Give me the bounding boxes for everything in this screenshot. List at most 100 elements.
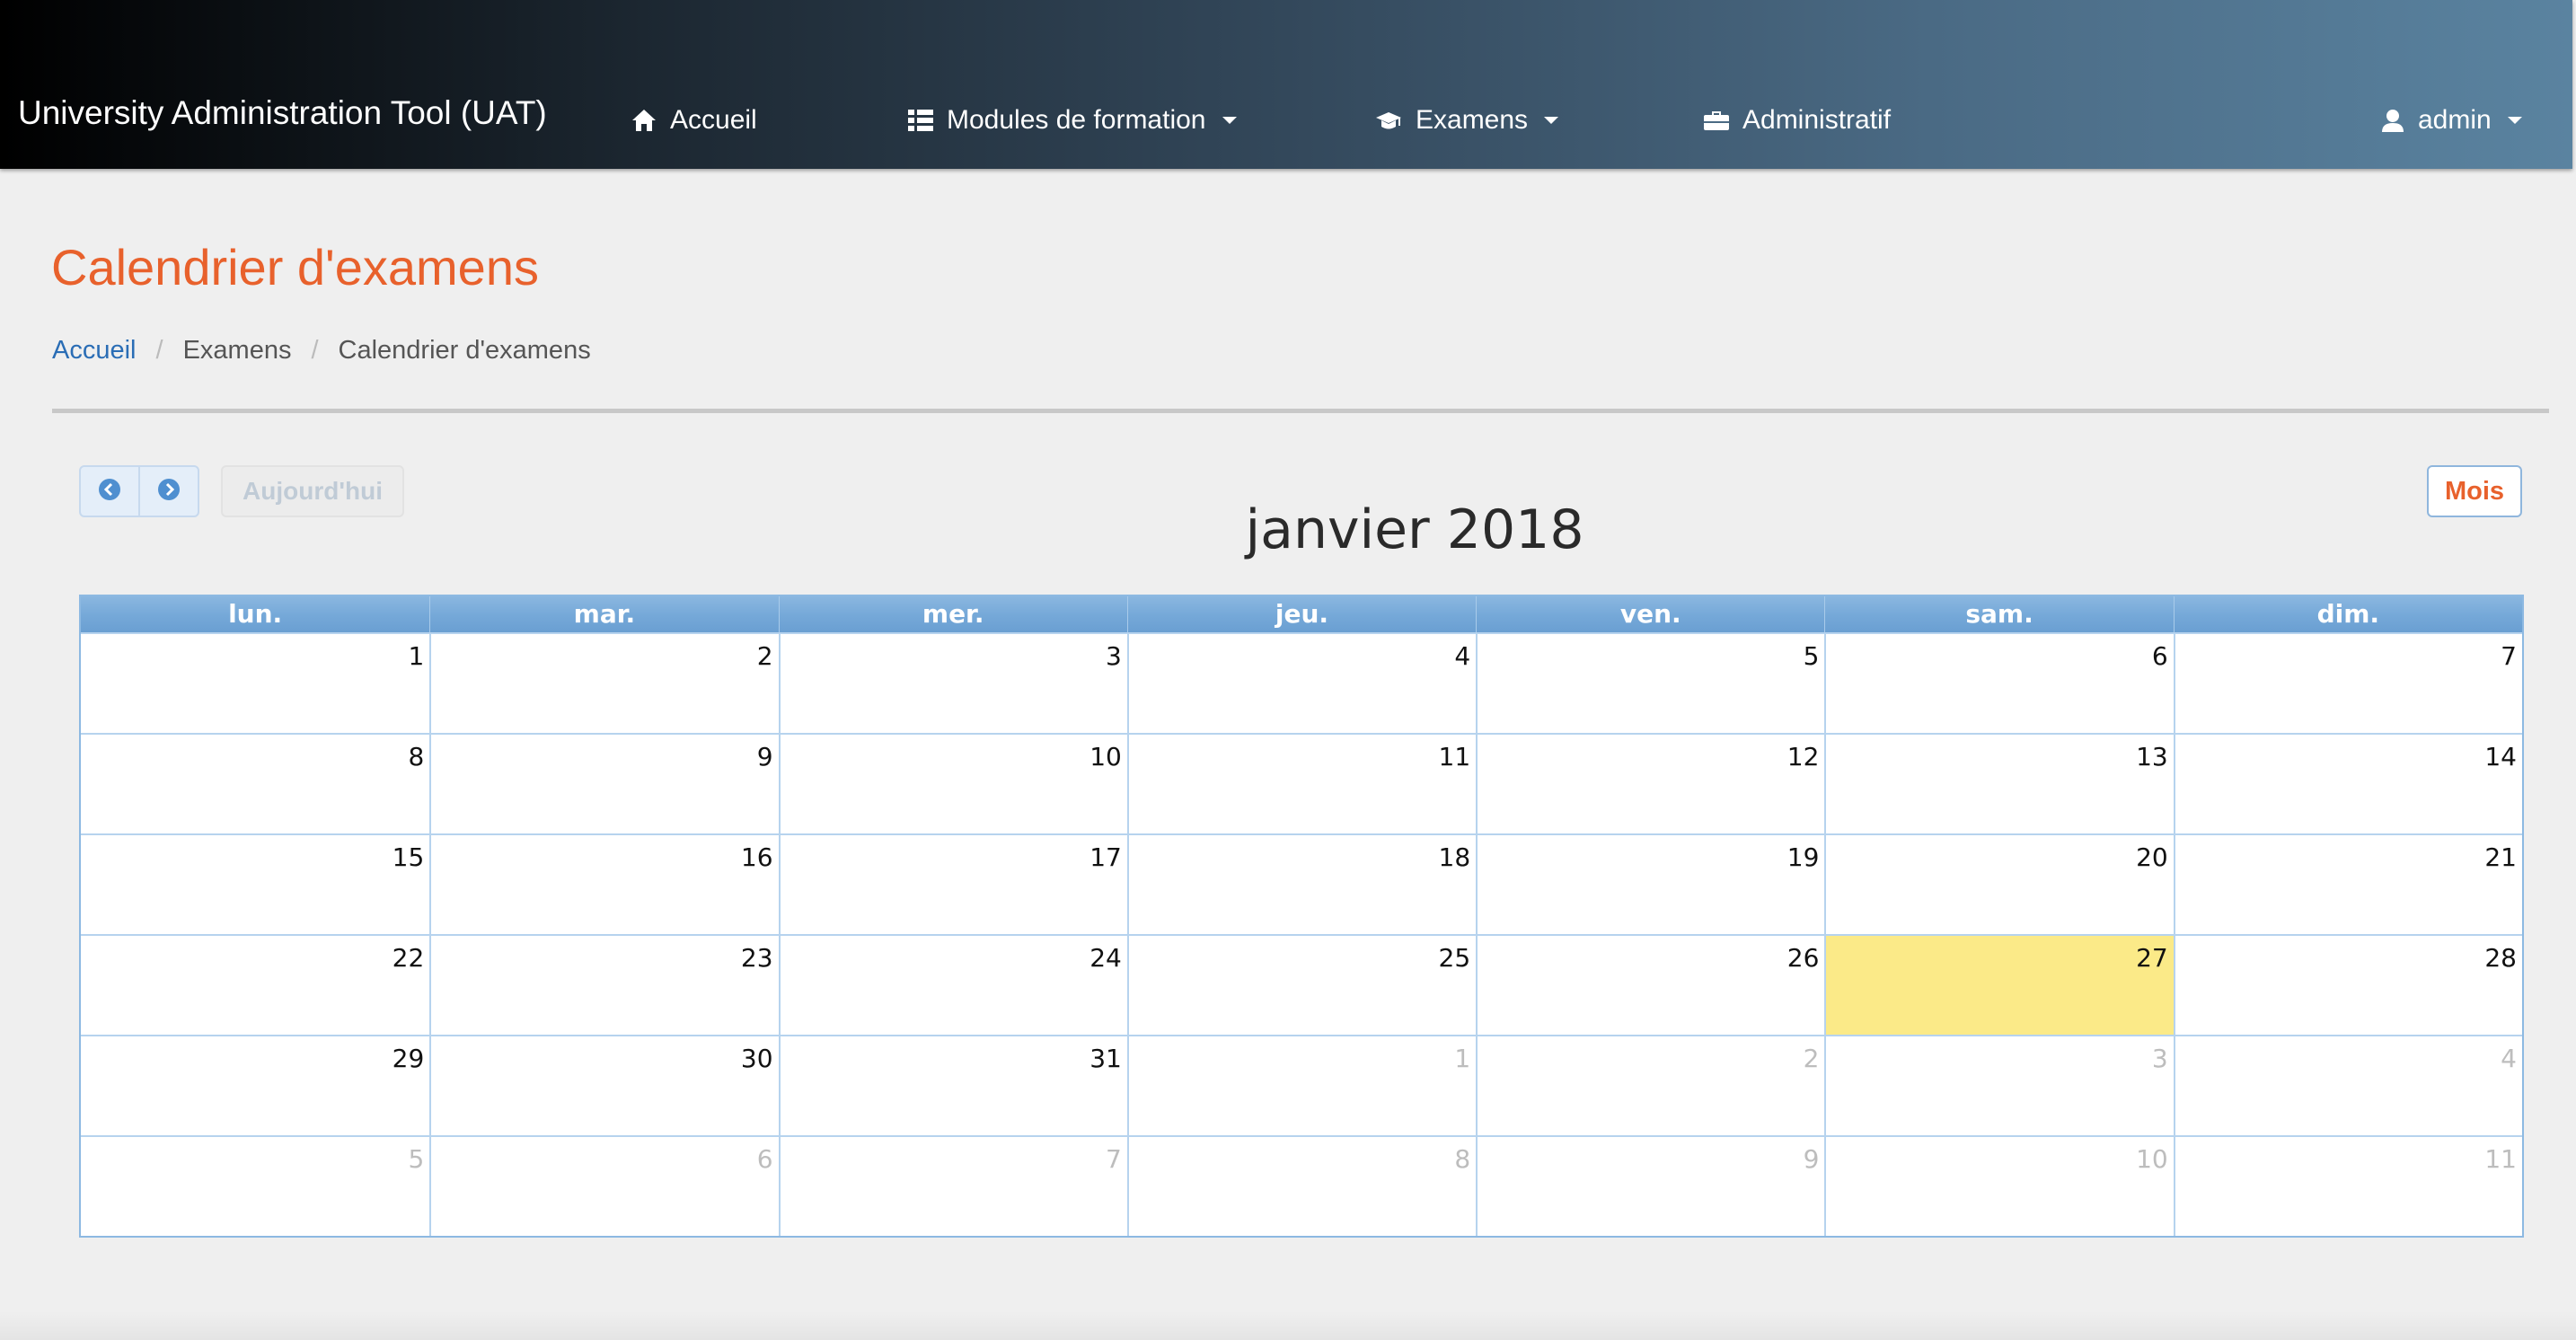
calendar-day-cell[interactable]: 12 (1476, 733, 1825, 833)
briefcase-icon (1703, 108, 1730, 133)
nav-item-examens[interactable]: Examens (1374, 101, 1559, 140)
weekday-label: jeu. (1126, 596, 1476, 632)
app-brand[interactable]: University Administration Tool (UAT) (18, 93, 547, 133)
day-number: 19 (1786, 842, 1820, 872)
chevron-down-icon (2507, 117, 2522, 124)
weekday-label: lun. (228, 599, 283, 629)
calendar-day-cell[interactable]: 22 (81, 934, 430, 1035)
calendar-day-cell[interactable]: 14 (2173, 733, 2522, 833)
calendar-day-cell[interactable]: 10 (1824, 1135, 2174, 1236)
day-number: 8 (1454, 1144, 1471, 1174)
calendar-day-cell[interactable]: 3 (1824, 1035, 2174, 1135)
calendar-day-cell[interactable]: 6 (429, 1135, 779, 1236)
calendar-day-cell[interactable]: 11 (2173, 1135, 2522, 1236)
calendar-day-cell[interactable]: 1 (1126, 1035, 1477, 1135)
day-number: 17 (1090, 842, 1122, 872)
calendar-day-cell[interactable]: 9 (1476, 1135, 1825, 1236)
calendar-day-cell[interactable]: 23 (429, 934, 779, 1035)
calendar-day-cell[interactable]: 5 (1476, 632, 1825, 733)
day-number: 27 (2136, 943, 2168, 973)
calendar-day-cell[interactable]: 2 (1476, 1035, 1825, 1135)
calendar-day-cell[interactable]: 7 (2173, 632, 2522, 733)
day-number: 9 (1803, 1144, 1820, 1174)
calendar-day-cell[interactable]: 26 (1476, 934, 1825, 1035)
nav-item-label: Accueil (670, 105, 757, 135)
calendar-day-cell[interactable]: 30 (429, 1035, 779, 1135)
header-divider (52, 409, 2549, 413)
calendar-day-cell[interactable]: 20 (1824, 833, 2174, 934)
weekday-label: mar. (429, 596, 778, 632)
calendar-day-cell[interactable]: 2 (429, 632, 779, 733)
calendar-day-cell[interactable]: 28 (2173, 934, 2522, 1035)
calendar-day-cell[interactable]: 7 (778, 1135, 1127, 1236)
nav-item-label: Modules de formation (947, 105, 1206, 135)
calendar-day-cell[interactable]: 9 (429, 733, 779, 833)
calendar-nav-buttons (79, 465, 199, 517)
calendar-day-cell[interactable]: 18 (1126, 833, 1477, 934)
day-number: 9 (756, 742, 773, 771)
day-number: 25 (1438, 943, 1471, 973)
calendar-day-cell[interactable]: 8 (1126, 1135, 1477, 1236)
weekday-label: dim. (2173, 596, 2522, 632)
page-footer-shadow (0, 1311, 2576, 1340)
calendar-day-cell[interactable]: 25 (1126, 934, 1477, 1035)
month-calendar: lun. mar. mer. jeu. ven. sam. dim. 1 2 3 4 5 6 7 8 9 10… (79, 595, 2524, 1238)
day-number: 11 (2484, 1144, 2517, 1174)
nav-item-label: Administratif (1742, 105, 1892, 135)
calendar-day-cell[interactable]: 5 (81, 1135, 430, 1236)
day-number: 7 (2501, 641, 2517, 671)
nav-item-accueil[interactable]: Accueil (631, 101, 757, 140)
day-number: 16 (740, 842, 773, 872)
weekday-label: mer. (778, 596, 1127, 632)
day-number: 8 (408, 742, 425, 771)
today-button[interactable]: Aujourd'hui (221, 465, 404, 517)
user-menu[interactable]: admin (2380, 101, 2522, 140)
weekday-label: ven. (1476, 596, 1824, 632)
day-number: 15 (392, 842, 425, 872)
calendar-day-cell[interactable]: 4 (2173, 1035, 2522, 1135)
month-view-button[interactable]: Mois (2427, 465, 2522, 517)
calendar-day-cell[interactable]: 15 (81, 833, 430, 934)
day-number: 26 (1786, 943, 1820, 973)
next-month-button[interactable] (138, 467, 198, 516)
day-number: 13 (2136, 742, 2168, 771)
day-number: 6 (2151, 641, 2168, 671)
breadcrumb-separator: / (311, 336, 319, 365)
calendar-day-cell[interactable]: 13 (1824, 733, 2174, 833)
calendar-day-cell[interactable]: 8 (81, 733, 430, 833)
calendar-day-today[interactable]: 27 (1824, 934, 2174, 1035)
calendar-day-cell[interactable]: 1 (81, 632, 430, 733)
calendar-day-cell[interactable]: 16 (429, 833, 779, 934)
page-title: Calendrier d'examens (51, 239, 539, 295)
breadcrumb-link-accueil[interactable]: Accueil (52, 334, 137, 366)
calendar-day-cell[interactable]: 6 (1824, 632, 2174, 733)
calendar-day-cell[interactable]: 4 (1126, 632, 1477, 733)
day-number: 22 (392, 943, 425, 973)
calendar-day-cell[interactable]: 10 (778, 733, 1127, 833)
weekday-label: sam. (1824, 596, 2173, 632)
chevron-left-circle-icon (98, 478, 121, 506)
breadcrumb: Accueil / Examens / Calendrier d'examens (52, 334, 591, 366)
calendar-day-cell[interactable]: 29 (81, 1035, 430, 1135)
prev-month-button[interactable] (81, 467, 138, 516)
day-number: 7 (1106, 1144, 1122, 1174)
calendar-day-cell[interactable]: 3 (778, 632, 1127, 733)
day-number: 4 (1454, 641, 1471, 671)
day-number: 10 (1090, 742, 1122, 771)
calendar-day-cell[interactable]: 11 (1126, 733, 1477, 833)
chevron-down-icon (1544, 117, 1559, 124)
day-number: 28 (2484, 943, 2517, 973)
day-number: 3 (1106, 641, 1122, 671)
calendar-day-cell[interactable]: 24 (778, 934, 1127, 1035)
calendar-day-cell[interactable]: 17 (778, 833, 1127, 934)
nav-item-administratif[interactable]: Administratif (1703, 101, 1891, 140)
nav-item-label: Examens (1416, 105, 1529, 135)
chevron-right-circle-icon (157, 478, 181, 506)
calendar-day-cell[interactable]: 19 (1476, 833, 1825, 934)
weekday-header: lun. mar. mer. jeu. ven. sam. dim. (81, 596, 2522, 632)
day-number: 30 (740, 1044, 773, 1073)
nav-item-modules[interactable]: Modules de formation (907, 101, 1237, 140)
day-number: 1 (408, 641, 425, 671)
calendar-day-cell[interactable]: 21 (2173, 833, 2522, 934)
calendar-day-cell[interactable]: 31 (778, 1035, 1127, 1135)
